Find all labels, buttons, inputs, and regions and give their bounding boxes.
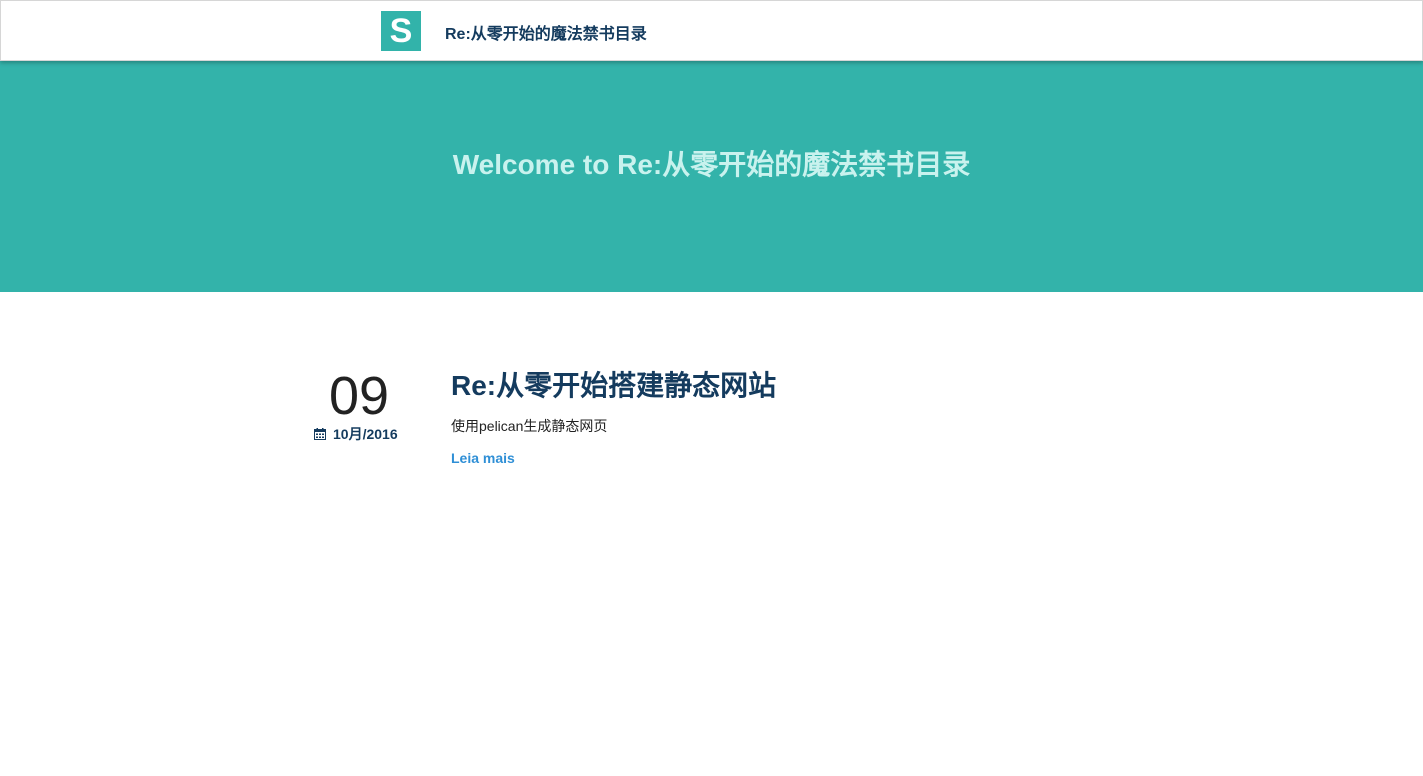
post-title-link[interactable]: Re:从零开始搭建静态网站 xyxy=(451,366,1091,406)
post-month-year: 10月/2016 xyxy=(314,424,424,444)
post-body: Re:从零开始搭建静态网站 使用pelican生成静态网页 Leia mais xyxy=(451,366,1091,468)
site-logo[interactable]: S xyxy=(381,11,421,51)
site-title-link[interactable]: Re:从零开始的魔法禁书目录 xyxy=(445,20,647,44)
post-entry: 09 10月/2016 Re:从零开始搭建静态网站 使用pelican生成静态网… xyxy=(300,366,1100,486)
top-navbar: S Re:从零开始的魔法禁书目录 xyxy=(0,0,1423,61)
read-more-link[interactable]: Leia mais xyxy=(451,450,515,466)
post-month-year-text: 10月/2016 xyxy=(333,426,398,442)
post-summary: 使用pelican生成静态网页 xyxy=(451,418,608,434)
calendar-icon xyxy=(314,427,326,440)
hero-title: Welcome to Re:从零开始的魔法禁书目录 xyxy=(452,149,971,180)
hero-banner: Welcome to Re:从零开始的魔法禁书目录 xyxy=(0,61,1423,292)
post-day: 09 xyxy=(328,366,390,426)
